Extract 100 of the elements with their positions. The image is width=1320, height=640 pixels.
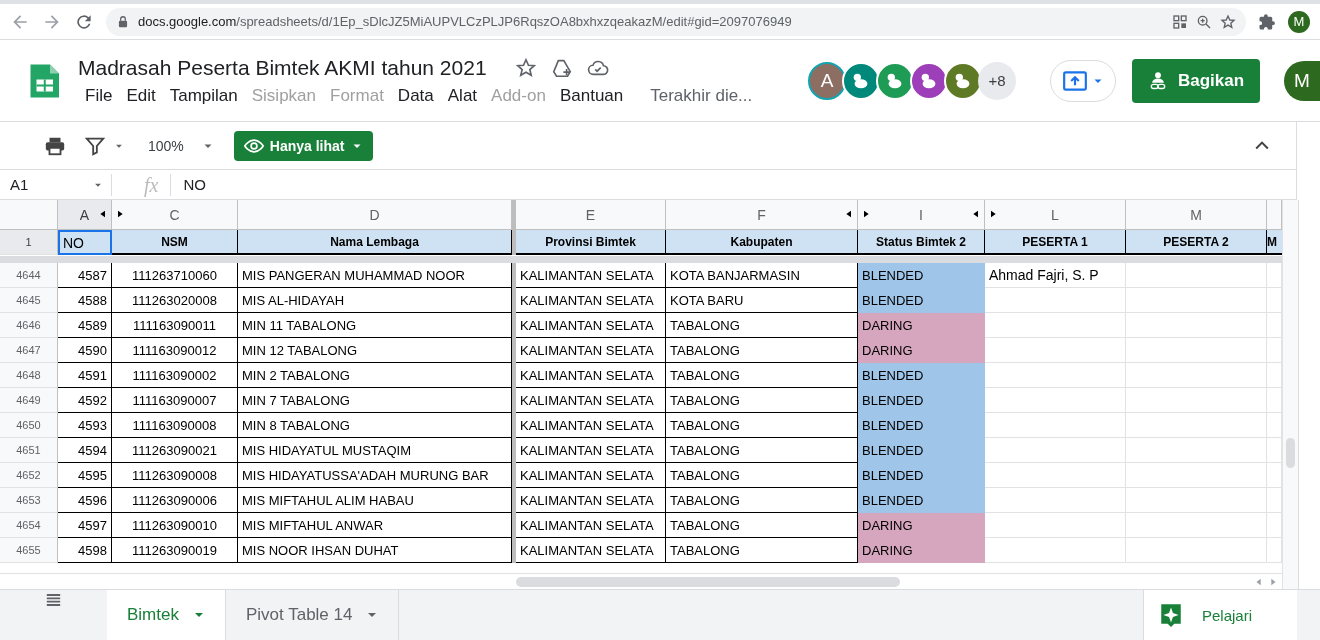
- left-triangle-icon[interactable]: [845, 209, 853, 219]
- table-cell: MIN 2 TABALONG: [238, 363, 512, 388]
- table-cell: 4593: [58, 413, 112, 438]
- table-cell: 111163090011: [112, 313, 238, 338]
- name-box[interactable]: A1: [0, 173, 112, 196]
- left-triangle-icon[interactable]: [99, 209, 107, 219]
- column-header[interactable]: A: [58, 200, 112, 230]
- column-header[interactable]: C: [112, 200, 238, 230]
- menu-item[interactable]: Tampilan: [162, 85, 245, 106]
- table-cell: 111263710060: [112, 263, 238, 288]
- sparkle-icon: [1158, 602, 1184, 628]
- scroll-left-icon[interactable]: [1254, 576, 1264, 587]
- header-cell: Provinsi Bimtek: [516, 230, 666, 255]
- present-button[interactable]: [1050, 59, 1116, 102]
- table-cell: KALIMANTAN SELATA: [516, 513, 666, 538]
- zoom-select[interactable]: 100%: [148, 137, 184, 154]
- row-number[interactable]: 1: [0, 230, 58, 255]
- row-number[interactable]: 4647: [0, 338, 58, 363]
- star-icon[interactable]: [1220, 13, 1236, 30]
- column-header[interactable]: L: [985, 200, 1126, 230]
- table-cell: 4591: [58, 363, 112, 388]
- puzzle-icon[interactable]: [1258, 12, 1276, 31]
- sheet-tab[interactable]: Bimtek: [107, 590, 226, 640]
- status-cell: DARING: [858, 338, 985, 363]
- table-cell: MIS MIFTAHUL ANWAR: [238, 513, 512, 538]
- table-cell: MIS PANGERAN MUHAMMAD NOOR: [238, 263, 512, 288]
- table-cell: 111163090007: [112, 388, 238, 413]
- menu-item[interactable]: Data: [390, 85, 441, 106]
- table-cell: 111263020008: [112, 288, 238, 313]
- column-header[interactable]: F: [666, 200, 858, 230]
- last-edit-link[interactable]: Terakhir die...: [650, 85, 753, 106]
- row-number[interactable]: 4655: [0, 538, 58, 563]
- table-cell: 111263090008: [112, 463, 238, 488]
- address-bar[interactable]: docs.google.com/spreadsheets/d/1Ep_sDlcJZ5MiAUPVLCzPLJP6RqszOA8bxhxzqeakazM/edit#gid=2097076949: [106, 7, 1246, 36]
- row-number[interactable]: 4649: [0, 388, 58, 413]
- column-header[interactable]: D: [238, 200, 512, 230]
- menu-item[interactable]: File: [78, 85, 120, 106]
- row-number[interactable]: 4644: [0, 263, 58, 288]
- view-only-button[interactable]: Hanya lihat: [233, 130, 373, 161]
- header-cell: NO: [58, 230, 112, 255]
- scroll-right-icon[interactable]: [1268, 576, 1278, 587]
- document-title[interactable]: Madrasah Peserta Bimtek AKMI tahun 2021: [78, 55, 487, 80]
- row-number[interactable]: 4648: [0, 363, 58, 388]
- row-number[interactable]: 4653: [0, 488, 58, 513]
- row-number[interactable]: 4646: [0, 313, 58, 338]
- menu-item[interactable]: Alat: [440, 85, 485, 106]
- collaborator-avatar[interactable]: A: [808, 61, 846, 100]
- table-cell: 4588: [58, 288, 112, 313]
- header-cell: PESERTA 2: [1126, 230, 1267, 255]
- table-cell: 111263090010: [112, 513, 238, 538]
- sheet-tab[interactable]: Pivot Table 14: [225, 590, 400, 640]
- horizontal-scrollbar-thumb[interactable]: [516, 577, 900, 587]
- table-cell: 111163090008: [112, 413, 238, 438]
- menu-item[interactable]: Edit: [119, 85, 163, 106]
- menu-item[interactable]: Bantuan: [552, 85, 631, 106]
- row-number[interactable]: 4645: [0, 288, 58, 313]
- right-triangle-icon[interactable]: [116, 209, 124, 219]
- vertical-scrollbar-thumb[interactable]: [1286, 438, 1295, 468]
- table-cell: 111263090006: [112, 488, 238, 513]
- star-icon[interactable]: [514, 56, 537, 79]
- table-cell: 111163090012: [112, 338, 238, 363]
- table-cell: 4595: [58, 463, 112, 488]
- table-cell: 4596: [58, 488, 112, 513]
- function-label: fx: [112, 173, 172, 196]
- more-collaborators-badge[interactable]: +8: [978, 61, 1016, 100]
- account-avatar[interactable]: M: [1284, 60, 1320, 101]
- table-cell: 111263090021: [112, 438, 238, 463]
- profile-avatar[interactable]: M: [1288, 10, 1310, 33]
- qr-code-icon[interactable]: [1172, 13, 1188, 30]
- status-cell: BLENDED: [858, 263, 985, 288]
- right-triangle-icon[interactable]: [989, 209, 997, 219]
- table-cell: KALIMANTAN SELATA: [516, 263, 666, 288]
- row-number[interactable]: 4654: [0, 513, 58, 538]
- column-header[interactable]: M: [1126, 200, 1267, 230]
- share-button[interactable]: Bagikan: [1132, 58, 1260, 103]
- row-number[interactable]: 4650: [0, 413, 58, 438]
- table-cell: KALIMANTAN SELATA: [516, 338, 666, 363]
- table-cell: 4597: [58, 513, 112, 538]
- explore-button[interactable]: Pelajari: [1143, 590, 1297, 640]
- table-cell: MIN 7 TABALONG: [238, 388, 512, 413]
- table-cell: KALIMANTAN SELATA: [516, 363, 666, 388]
- table-cell: MIN 8 TABALONG: [238, 413, 512, 438]
- table-cell: KALIMANTAN SELATA: [516, 463, 666, 488]
- right-triangle-icon[interactable]: [862, 209, 870, 219]
- column-header[interactable]: E: [516, 200, 666, 230]
- table-cell: MIN 12 TABALONG: [238, 338, 512, 363]
- column-header[interactable]: I: [858, 200, 985, 230]
- table-cell: KALIMANTAN SELATA: [516, 488, 666, 513]
- zoom-icon[interactable]: [1196, 13, 1212, 30]
- header-cell: Kabupaten: [666, 230, 858, 255]
- header-cell: PESERTA 1: [985, 230, 1126, 255]
- table-cell: 4590: [58, 338, 112, 363]
- formula-value: NO: [182, 176, 206, 193]
- row-number[interactable]: 4651: [0, 438, 58, 463]
- table-cell: MIS HIDAYATUSSA'ADAH MURUNG BAR: [238, 463, 512, 488]
- left-triangle-icon[interactable]: [972, 209, 980, 219]
- table-cell: 4592: [58, 388, 112, 413]
- table-cell: 4589: [58, 313, 112, 338]
- row-number[interactable]: 4652: [0, 463, 58, 488]
- table-cell: KALIMANTAN SELATA: [516, 538, 666, 563]
